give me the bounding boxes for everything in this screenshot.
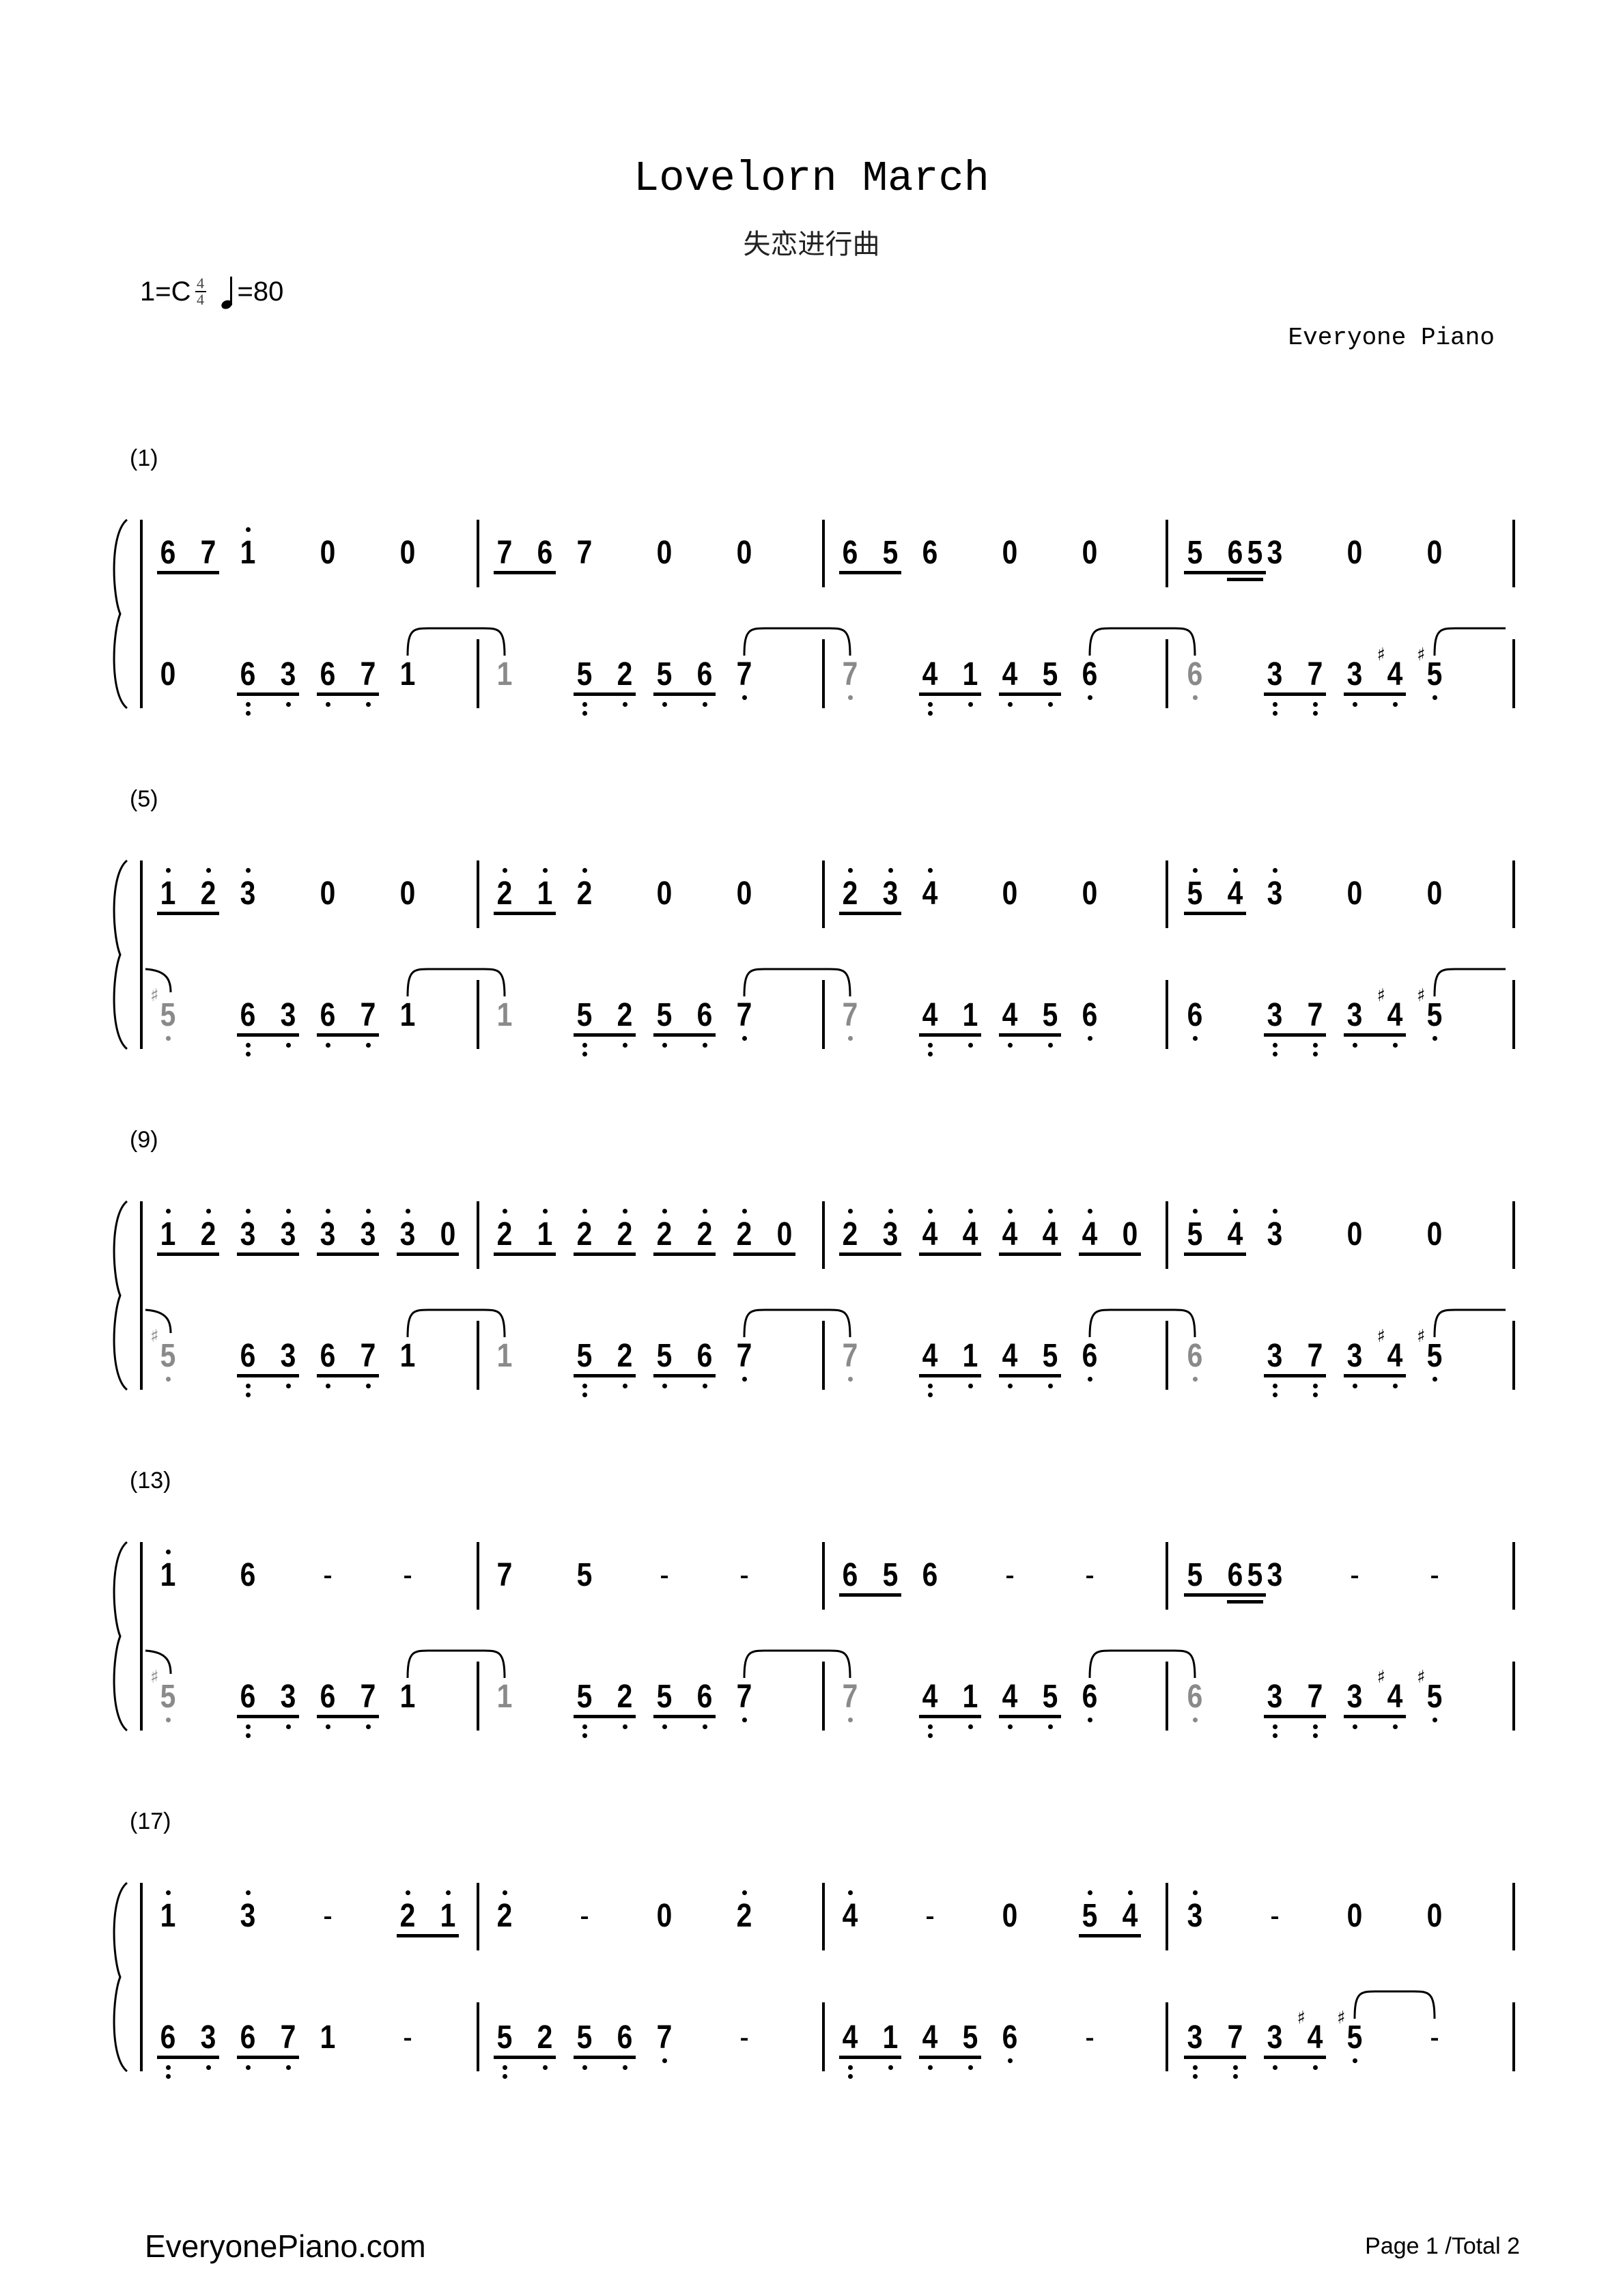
footer-site[interactable]: EveryonePiano.com: [145, 2228, 426, 2265]
barline: [1512, 1542, 1515, 1610]
barline: [822, 1201, 825, 1269]
barline: [477, 1662, 479, 1731]
barline: [822, 980, 825, 1049]
tie-arc: [1088, 627, 1196, 656]
tie-arc: [743, 627, 851, 656]
barline: [822, 1321, 825, 1390]
tie-arc-end: [145, 968, 172, 993]
footer-page-number: Page 1 /Total 2: [1365, 2233, 1520, 2259]
tie-arc: [406, 1649, 506, 1679]
barline: [477, 639, 479, 708]
barline: [822, 520, 825, 587]
barline: [1166, 980, 1168, 1049]
barline: [1166, 520, 1168, 587]
score-lines: [113, 518, 1515, 2073]
barline: [1166, 1321, 1168, 1390]
tie-arc: [743, 968, 851, 997]
barline: [1512, 860, 1515, 928]
barline: [477, 520, 479, 587]
brace: [113, 859, 128, 1050]
brace: [113, 1881, 128, 2073]
barline: [1166, 1201, 1168, 1269]
barline: [1512, 1883, 1515, 1950]
barline: [1512, 1662, 1515, 1731]
barline: [1512, 1321, 1515, 1390]
tie-arc: [406, 627, 506, 656]
brace: [113, 518, 128, 710]
barline: [1166, 2002, 1168, 2071]
barline: [822, 1883, 825, 1950]
tie-arc: [1353, 1990, 1436, 2019]
barline: [1512, 639, 1515, 708]
barline: [477, 1883, 479, 1950]
tie-arc: [1088, 1308, 1196, 1338]
system-start-barline: [140, 1201, 143, 1390]
barline: [477, 980, 479, 1049]
tie-arc-start: [1433, 968, 1506, 997]
barline: [1166, 860, 1168, 928]
barline: [477, 860, 479, 928]
barline: [1512, 2002, 1515, 2071]
barline: [477, 1542, 479, 1610]
barline: [1512, 980, 1515, 1049]
tie-arc-start: [1433, 1308, 1506, 1338]
barline: [822, 2002, 825, 2071]
brace: [113, 1541, 128, 1732]
tie-arc-end: [145, 1649, 172, 1675]
barline: [1166, 1662, 1168, 1731]
tie-arc: [406, 1308, 506, 1338]
barline: [822, 639, 825, 708]
barline: [1166, 1883, 1168, 1950]
system-start-barline: [140, 1883, 143, 2071]
barline: [1512, 520, 1515, 587]
system-start-barline: [140, 860, 143, 1049]
tie-arc: [1088, 1649, 1196, 1679]
barline: [477, 1321, 479, 1390]
tie-arc-start: [1433, 627, 1506, 656]
tie-arc: [743, 1308, 851, 1338]
barline: [1166, 1542, 1168, 1610]
brace: [113, 1200, 128, 1391]
system-start-barline: [140, 520, 143, 708]
barline: [822, 1542, 825, 1610]
system-start-barline: [140, 1542, 143, 1731]
barline: [477, 1201, 479, 1269]
barline: [822, 860, 825, 928]
tie-arc-end: [145, 1308, 172, 1334]
barline: [1166, 639, 1168, 708]
barline: [477, 2002, 479, 2071]
tie-arc: [406, 968, 506, 997]
barline: [822, 1662, 825, 1731]
barline: [1512, 1201, 1515, 1269]
tie-arc: [743, 1649, 851, 1679]
